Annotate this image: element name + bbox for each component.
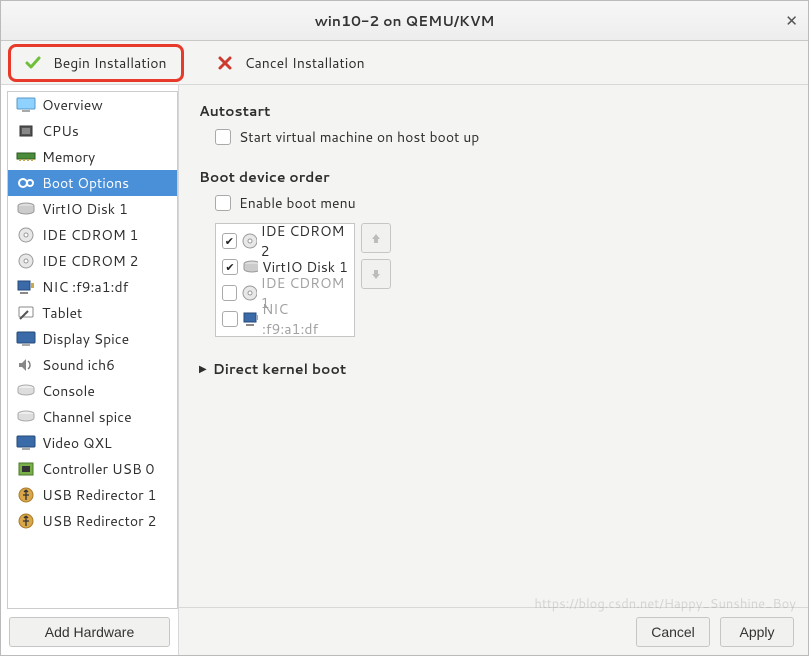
- sidebar-item-label: Video QXL: [42, 433, 112, 453]
- sidebar-item-label: VirtIO Disk 1: [42, 199, 128, 219]
- arrow-down-icon: [369, 267, 383, 281]
- move-down-button[interactable]: [361, 259, 391, 289]
- boot-device-checkbox[interactable]: ✔: [222, 233, 237, 249]
- move-up-button[interactable]: [361, 223, 391, 253]
- sidebar-item-label: NIC :f9:a1:df: [42, 277, 128, 297]
- x-icon: [217, 55, 233, 71]
- serial-icon: [14, 408, 38, 426]
- serial-icon: [14, 382, 38, 400]
- sidebar-item-label: Sound ich6: [42, 355, 115, 375]
- cancel-installation-button[interactable]: Cancel Installation: [203, 49, 379, 77]
- sidebar-item-video-qxl[interactable]: Video QXL: [8, 430, 177, 456]
- sound-icon: [14, 356, 38, 374]
- usb-icon: [14, 512, 38, 530]
- boot-device-list: ✔IDE CDROM 2✔VirtIO Disk 1IDE CDROM 1NIC…: [215, 223, 355, 337]
- autostart-checkbox[interactable]: [215, 129, 231, 145]
- boot-device-label: NIC :f9:a1:df: [262, 299, 348, 339]
- sidebar-item-label: Tablet: [42, 303, 82, 323]
- nic-icon: [14, 278, 38, 296]
- titlebar: win10-2 on QEMU/KVM ✕: [1, 1, 808, 41]
- begin-installation-button[interactable]: Begin Installation: [8, 44, 184, 82]
- close-icon[interactable]: ✕: [785, 10, 798, 31]
- cdrom-icon: [14, 252, 38, 270]
- sidebar-item-label: Boot Options: [42, 173, 129, 193]
- sidebar: Overview CPUs Memory Boot Options VirtIO Dis…: [1, 85, 179, 655]
- sidebar-item-label: Display Spice: [42, 329, 129, 349]
- sidebar-item-memory[interactable]: Memory: [8, 144, 177, 170]
- sidebar-item-overview[interactable]: Overview: [8, 92, 177, 118]
- window-title: win10-2 on QEMU/KVM: [315, 11, 495, 31]
- enable-boot-menu-checkbox[interactable]: [215, 195, 231, 211]
- sidebar-item-controller-usb-0[interactable]: Controller USB 0: [8, 456, 177, 482]
- boot-device-checkbox[interactable]: ✔: [222, 259, 238, 275]
- device-list: Overview CPUs Memory Boot Options VirtIO Dis…: [7, 91, 178, 609]
- sidebar-item-label: IDE CDROM 1: [42, 225, 138, 245]
- cancel-installation-label: Cancel Installation: [245, 53, 365, 73]
- sidebar-item-label: IDE CDROM 2: [42, 251, 138, 271]
- display-icon: [14, 330, 38, 348]
- check-icon: [25, 55, 41, 71]
- sidebar-item-cpus[interactable]: CPUs: [8, 118, 177, 144]
- boot-device-label: IDE CDROM 2: [261, 221, 348, 261]
- toolbar: Begin Installation Cancel Installation: [1, 41, 808, 85]
- sidebar-item-tablet[interactable]: Tablet: [8, 300, 177, 326]
- apply-button[interactable]: Apply: [720, 617, 794, 647]
- sidebar-item-label: Controller USB 0: [42, 459, 154, 479]
- footer: Cancel Apply: [179, 607, 808, 655]
- sidebar-item-label: Console: [42, 381, 95, 401]
- arrow-up-icon: [369, 231, 383, 245]
- sidebar-item-label: Overview: [42, 95, 103, 115]
- autostart-title: Autostart: [199, 101, 788, 121]
- display-icon: [14, 434, 38, 452]
- sidebar-item-label: Memory: [42, 147, 95, 167]
- tablet-icon: [14, 304, 38, 322]
- gear-icon: [14, 174, 38, 192]
- cdrom-icon: [14, 226, 38, 244]
- boot-order-title: Boot device order: [199, 167, 788, 187]
- sidebar-item-label: USB Redirector 1: [42, 485, 156, 505]
- disk-icon: [242, 259, 258, 275]
- disk-icon: [14, 200, 38, 218]
- sidebar-item-console[interactable]: Console: [8, 378, 177, 404]
- boot-device-row[interactable]: ✔IDE CDROM 2: [218, 228, 352, 254]
- sidebar-item-usb-redirector-1[interactable]: USB Redirector 1: [8, 482, 177, 508]
- enable-boot-menu-label: Enable boot menu: [239, 193, 356, 213]
- sidebar-item-boot-options[interactable]: Boot Options: [8, 170, 177, 196]
- triangle-right-icon: ▶: [199, 362, 207, 376]
- sidebar-item-usb-redirector-2[interactable]: USB Redirector 2: [8, 508, 177, 534]
- memory-icon: [14, 148, 38, 166]
- direct-kernel-boot-label: Direct kernel boot: [213, 359, 347, 379]
- sidebar-item-label: Channel spice: [42, 407, 132, 427]
- cpu-icon: [14, 122, 38, 140]
- sidebar-item-nic-f9-a1-df[interactable]: NIC :f9:a1:df: [8, 274, 177, 300]
- nic-icon: [242, 311, 258, 327]
- sidebar-item-display-spice[interactable]: Display Spice: [8, 326, 177, 352]
- sidebar-item-label: USB Redirector 2: [42, 511, 156, 531]
- cdrom-icon: [241, 285, 257, 301]
- monitor-icon: [14, 96, 38, 114]
- sidebar-item-virtio-disk-1[interactable]: VirtIO Disk 1: [8, 196, 177, 222]
- begin-installation-label: Begin Installation: [53, 53, 167, 73]
- usbctrl-icon: [14, 460, 38, 478]
- sidebar-item-ide-cdrom-2[interactable]: IDE CDROM 2: [8, 248, 177, 274]
- sidebar-item-channel-spice[interactable]: Channel spice: [8, 404, 177, 430]
- cancel-button[interactable]: Cancel: [636, 617, 710, 647]
- add-hardware-button[interactable]: Add Hardware: [9, 617, 170, 647]
- main-pane: Autostart Start virtual machine on host …: [179, 85, 808, 655]
- usb-icon: [14, 486, 38, 504]
- sidebar-item-ide-cdrom-1[interactable]: IDE CDROM 1: [8, 222, 177, 248]
- cdrom-icon: [241, 233, 257, 249]
- sidebar-item-sound-ich6[interactable]: Sound ich6: [8, 352, 177, 378]
- boot-device-checkbox[interactable]: [222, 285, 237, 301]
- boot-device-row[interactable]: NIC :f9:a1:df: [218, 306, 352, 332]
- autostart-label: Start virtual machine on host boot up: [239, 127, 479, 147]
- sidebar-item-label: CPUs: [42, 121, 79, 141]
- boot-device-checkbox[interactable]: [222, 311, 238, 327]
- direct-kernel-boot-expander[interactable]: ▶ Direct kernel boot: [199, 359, 788, 379]
